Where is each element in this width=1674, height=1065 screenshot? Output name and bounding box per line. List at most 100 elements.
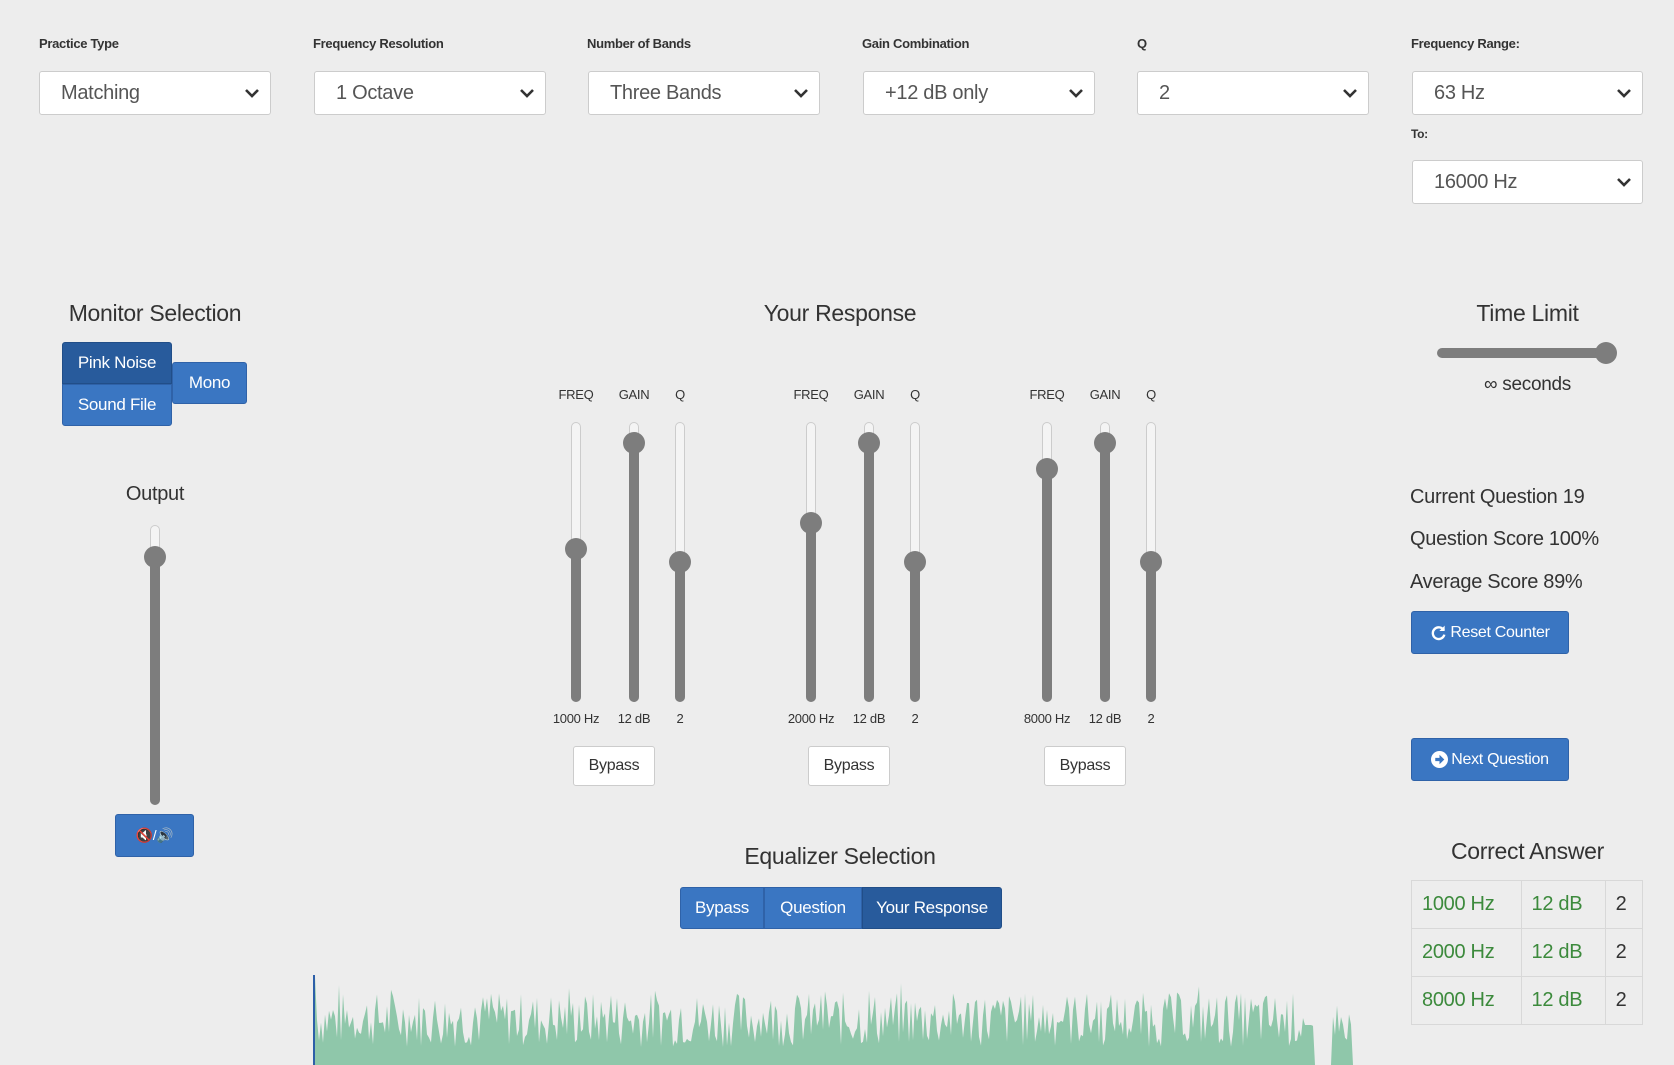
band-2-q-slider[interactable] [904,422,926,702]
frequency-range-from-value: 63 Hz [1434,81,1485,104]
chevron-down-icon [245,89,259,98]
slider-handle[interactable] [669,551,691,573]
band-1-q-header: Q [675,387,685,402]
slider-fill [806,523,816,702]
frequency-range-to-value: 16000 Hz [1434,170,1518,193]
band-1-q-value: 2 [676,711,684,726]
slider-handle[interactable] [1094,432,1116,455]
frequency-resolution-value: 1 Octave [336,81,414,104]
band-2-freq-header: FREQ [793,387,829,402]
band-2-freq-value: 2000 Hz [787,711,835,726]
correct-answer-table: 1000 Hz 12 dB 2 2000 Hz 12 dB 2 8000 Hz … [1411,880,1644,1025]
slider-handle[interactable] [623,432,645,455]
time-limit-value: ∞ seconds [1484,374,1571,395]
slider-fill [864,443,874,702]
slider-handle[interactable] [1595,342,1617,364]
gain-combination-select[interactable]: +12 dB only [863,71,1095,115]
band-2-freq-slider[interactable] [800,422,822,702]
refresh-icon [1432,625,1446,641]
answer-freq-cell: 2000 Hz [1411,928,1522,977]
answer-gain-cell: 12 dB [1520,880,1606,929]
band-3-q-header: Q [1146,387,1156,402]
band-1-freq-value: 1000 Hz [552,711,600,726]
q-select[interactable]: 2 [1137,71,1369,115]
slider-fill [1042,469,1052,702]
chevron-down-icon [794,89,808,98]
table-row: 2000 Hz 12 dB 2 [1411,928,1644,977]
band-1-bypass-button[interactable]: Bypass [573,746,655,786]
slider-handle[interactable] [565,538,587,561]
slider-fill [150,556,160,805]
gain-combination-value: +12 dB only [885,81,988,104]
eq-question-button[interactable]: Question [764,887,862,929]
answer-q-cell: 2 [1604,880,1644,929]
chevron-down-icon [1069,89,1083,98]
slider-fill [910,562,920,702]
band-2-bypass-button[interactable]: Bypass [808,746,890,786]
band-3-bypass-button[interactable]: Bypass [1044,746,1126,786]
eq-your-response-button[interactable]: Your Response [862,887,1002,929]
table-row: 1000 Hz 12 dB 2 [1411,880,1644,929]
band-2-q-header: Q [910,387,920,402]
mono-button[interactable]: Mono [172,362,247,404]
band-2-q-value: 2 [911,711,919,726]
frequency-resolution-label: Frequency Resolution [313,36,444,51]
chevron-down-icon [520,89,534,98]
current-question-text: Current Question 19 [1410,486,1585,508]
chevron-down-icon [1617,178,1631,187]
next-question-label: Next Question [1451,750,1549,768]
time-limit-slider[interactable] [1437,342,1617,364]
slider-fill [1100,443,1110,702]
answer-gain-cell: 12 dB [1520,928,1606,977]
pink-noise-button[interactable]: Pink Noise [62,342,172,384]
answer-freq-cell: 1000 Hz [1411,880,1522,929]
number-of-bands-select[interactable]: Three Bands [588,71,820,115]
eq-bypass-button[interactable]: Bypass [680,887,764,929]
band-1-q-slider[interactable] [669,422,691,702]
band-3-freq-header: FREQ [1029,387,1065,402]
frequency-range-label: Frequency Range: [1411,36,1520,51]
number-of-bands-value: Three Bands [610,81,722,104]
gain-combination-label: Gain Combination [862,36,970,51]
frequency-range-to-select[interactable]: 16000 Hz [1412,160,1643,204]
answer-q-cell: 2 [1604,928,1644,977]
next-question-button[interactable]: Next Question [1411,738,1569,781]
answer-gain-cell: 12 dB [1520,976,1606,1025]
number-of-bands-label: Number of Bands [587,36,691,51]
slider-fill [571,549,581,702]
slider-fill [629,443,639,702]
answer-q-cell: 2 [1604,976,1644,1025]
arrow-circle-right-icon [1431,751,1449,768]
band-1-gain-slider[interactable] [623,422,645,702]
frequency-resolution-select[interactable]: 1 Octave [314,71,546,115]
band-1-freq-slider[interactable] [565,422,587,702]
table-row: 8000 Hz 12 dB 2 [1411,976,1644,1025]
band-3-q-value: 2 [1147,711,1155,726]
slider-handle[interactable] [144,545,166,568]
band-3-gain-slider[interactable] [1094,422,1116,702]
correct-answer-title: Correct Answer [1450,838,1604,864]
slider-track [1437,348,1607,358]
band-3-q-slider[interactable] [1140,422,1162,702]
frequency-range-from-select[interactable]: 63 Hz [1412,71,1643,115]
slider-handle[interactable] [858,432,880,455]
time-limit-title: Time Limit [1476,300,1579,326]
slider-handle[interactable] [1036,458,1058,481]
frequency-range-to-label: To: [1411,127,1428,141]
q-label: Q [1137,36,1147,51]
slider-handle[interactable] [1140,551,1162,573]
output-slider-control[interactable] [144,525,166,805]
band-3-freq-slider[interactable] [1036,422,1058,702]
band-1-freq-header: FREQ [558,387,594,402]
practice-type-select[interactable]: Matching [39,71,271,115]
reset-counter-button[interactable]: Reset Counter [1411,611,1569,654]
slider-handle[interactable] [904,551,926,573]
slider-handle[interactable] [800,512,822,535]
band-2-gain-slider[interactable] [858,422,880,702]
your-response-title: Your Response [763,300,917,326]
sound-file-button[interactable]: Sound File [62,384,172,426]
output-volume-slider[interactable] [144,525,166,805]
question-score-text: Question Score 100% [1410,528,1599,550]
equalizer-selection-title: Equalizer Selection [744,843,936,869]
mute-toggle-button[interactable]: 🔇/🔊 [115,814,194,857]
